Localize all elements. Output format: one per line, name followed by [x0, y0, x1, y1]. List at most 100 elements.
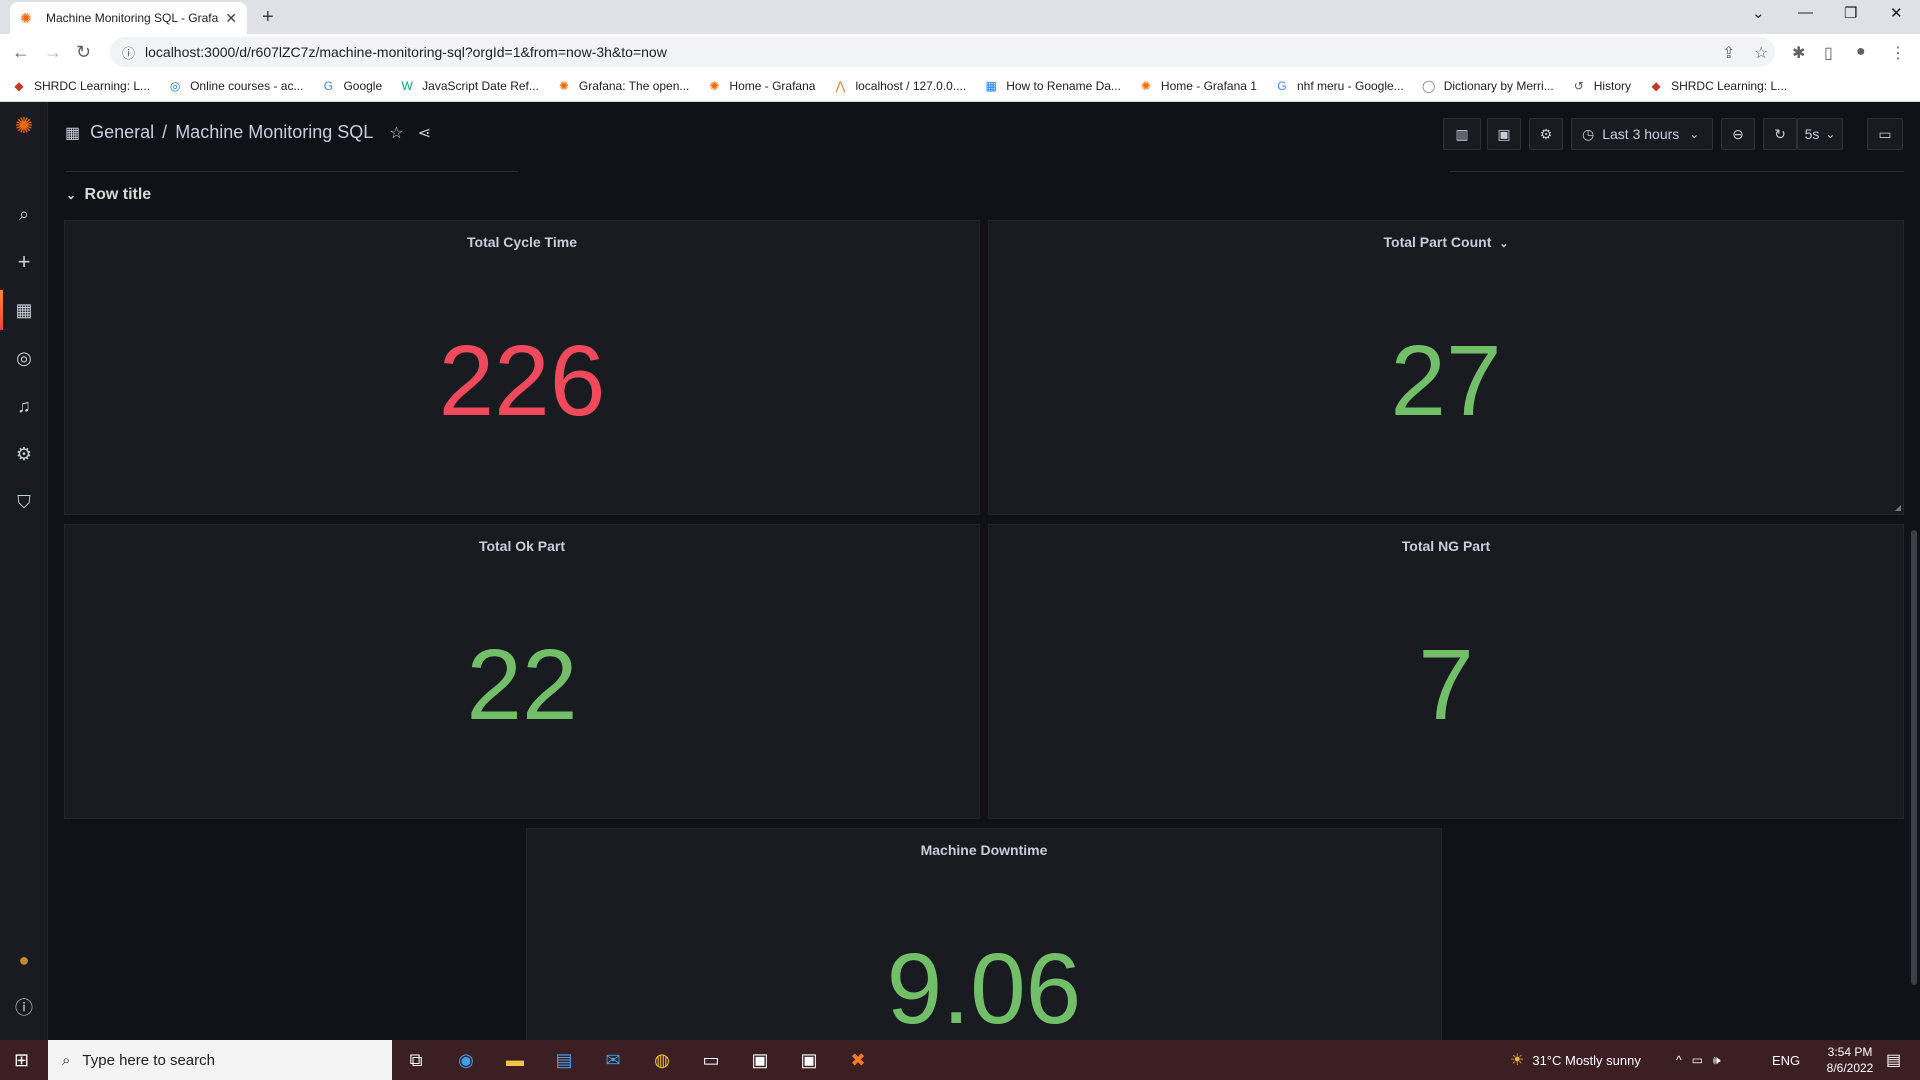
taskbar-search-box[interactable]: ⌕ Type here to search: [48, 1040, 392, 1080]
zoom-out-button[interactable]: ⊖: [1721, 118, 1755, 150]
url-text: localhost:3000/d/r607lZC7z/machine-monit…: [145, 44, 667, 60]
extensions-icon[interactable]: ✱: [1792, 43, 1805, 63]
windows-start-icon[interactable]: ⊞: [14, 1050, 29, 1071]
bookmark-star-icon[interactable]: ☆: [1754, 43, 1768, 63]
grafana-logo-icon[interactable]: ✺: [12, 114, 36, 138]
panel-total-ok-part[interactable]: Total Ok Part 22: [64, 524, 980, 819]
browser-tab[interactable]: ✺ Machine Monitoring SQL - Grafa ✕: [10, 2, 247, 34]
breadcrumb-folder[interactable]: General: [90, 122, 154, 143]
new-tab-icon[interactable]: +: [262, 6, 274, 29]
chrome-menu-icon[interactable]: ⋮: [1890, 43, 1906, 63]
panel-title[interactable]: Total NG Part: [989, 538, 1903, 554]
mail-icon[interactable]: ✉: [601, 1048, 625, 1072]
add-panel-button[interactable]: ▥: [1443, 118, 1481, 150]
reload-icon[interactable]: ↻: [76, 42, 91, 63]
close-tab-icon[interactable]: ✕: [225, 10, 237, 27]
edge-browser-icon[interactable]: ◉: [454, 1048, 478, 1072]
site-info-icon[interactable]: ⓘ: [122, 43, 135, 62]
network-icon[interactable]: ▭: [1692, 1053, 1703, 1067]
panel-title[interactable]: Total Ok Part: [65, 538, 979, 554]
language-indicator[interactable]: ENG: [1772, 1040, 1800, 1080]
task-view-icon[interactable]: ⧉: [404, 1048, 428, 1072]
back-icon[interactable]: ←: [12, 42, 30, 63]
bookmark-item[interactable]: ↺ History: [1572, 79, 1631, 93]
stat-value: 9.06: [886, 933, 1082, 1045]
refresh-interval-picker[interactable]: 5s ⌄: [1797, 118, 1843, 150]
panel-title-text: Total Part Count: [1383, 234, 1492, 250]
panel-title[interactable]: Total Part Count ⌄: [989, 234, 1903, 250]
explore-compass-icon[interactable]: ◎: [12, 346, 36, 370]
user-avatar[interactable]: ●: [12, 948, 36, 972]
resize-handle-icon[interactable]: ◢: [1895, 503, 1901, 512]
bookmark-item[interactable]: ✺ Home - Grafana: [707, 79, 815, 93]
bookmark-item[interactable]: ⋀ localhost / 127.0.0....: [833, 79, 967, 93]
save-dashboard-button[interactable]: ▣: [1487, 118, 1521, 150]
volume-icon[interactable]: 🕪: [1713, 1053, 1721, 1068]
app-window-icon[interactable]: ▣: [748, 1048, 772, 1072]
dashboard-title[interactable]: Machine Monitoring SQL: [175, 122, 373, 143]
restore-icon[interactable]: ❐: [1844, 4, 1857, 22]
create-plus-icon[interactable]: +: [12, 250, 36, 274]
bookmark-label: Grafana: The open...: [578, 78, 690, 93]
notification-center-icon[interactable]: ▤: [1886, 1040, 1901, 1080]
page-scrollbar[interactable]: [1911, 530, 1917, 985]
bookmark-label: Google: [343, 78, 383, 93]
help-icon[interactable]: ⓘ: [12, 996, 36, 1020]
side-panel-icon[interactable]: ▯: [1824, 43, 1833, 63]
star-icon[interactable]: ☆: [389, 123, 403, 143]
bookmark-label: Dictionary by Merri...: [1443, 78, 1554, 93]
bookmark-item[interactable]: ✺ Home - Grafana 1: [1139, 79, 1257, 93]
grafana-icon: ✺: [558, 78, 569, 93]
bookmark-item[interactable]: W JavaScript Date Ref...: [400, 79, 538, 93]
chrome-icon[interactable]: ◍: [650, 1048, 674, 1072]
bookmark-item[interactable]: ◆ SHRDC Learning: L...: [1649, 79, 1787, 93]
clock[interactable]: 3:54 PM 8/6/2022: [1810, 1040, 1890, 1080]
forward-icon[interactable]: →: [44, 42, 62, 63]
weather-widget[interactable]: ☀ 31°C Mostly sunny: [1510, 1040, 1641, 1080]
bookmark-item[interactable]: ◎ Online courses - ac...: [168, 79, 304, 93]
panel-title[interactable]: Machine Downtime: [527, 842, 1441, 858]
time-picker-button[interactable]: ◷ Last 3 hours ⌄: [1571, 118, 1713, 150]
bookmark-item[interactable]: Gnhf meru - Google...: [1275, 79, 1403, 93]
alerting-bell-icon[interactable]: ♫: [12, 394, 36, 418]
server-admin-shield-icon[interactable]: ⛉: [12, 490, 36, 514]
bookmark-item[interactable]: ◆ SHRDC Learning: L...: [12, 79, 150, 93]
search-icon[interactable]: ⌕: [12, 202, 36, 226]
share-icon[interactable]: ⇪: [1722, 43, 1735, 63]
xampp-icon[interactable]: ✖: [846, 1048, 870, 1072]
bookmark-item[interactable]: ◯ Dictionary by Merri...: [1422, 79, 1554, 93]
refresh-button[interactable]: ↻: [1763, 118, 1797, 150]
stat-value: 22: [466, 629, 578, 741]
close-window-icon[interactable]: ✕: [1890, 4, 1903, 22]
configuration-gear-icon[interactable]: ⚙: [12, 442, 36, 466]
dashboards-icon[interactable]: ▦: [12, 298, 36, 322]
microsoft-store-icon[interactable]: ▤: [552, 1048, 576, 1072]
minimize-icon[interactable]: —: [1798, 4, 1813, 21]
cycle-view-mode-button[interactable]: ▭: [1867, 118, 1903, 150]
file-explorer-icon[interactable]: ▬: [503, 1048, 527, 1072]
bookmark-item[interactable]: ✺ Grafana: The open...: [557, 79, 690, 93]
terminal-icon[interactable]: ▭: [699, 1048, 723, 1072]
profile-avatar[interactable]: ●: [1856, 43, 1866, 61]
bookmark-item[interactable]: G Google: [321, 79, 382, 93]
panel-total-part-count[interactable]: Total Part Count ⌄ 27 ◢: [988, 220, 1904, 515]
address-bar[interactable]: ⓘ localhost:3000/d/r607lZC7z/machine-mon…: [110, 37, 1775, 67]
panel-total-ng-part[interactable]: Total NG Part 7: [988, 524, 1904, 819]
bookmark-item[interactable]: ▦ How to Rename Da...: [984, 79, 1121, 93]
time-range-label: Last 3 hours: [1602, 126, 1680, 142]
bookmark-label: Home - Grafana: [729, 78, 816, 93]
share-icon[interactable]: ⋖: [418, 123, 431, 143]
tray-icons[interactable]: ^ ▭ 🕪: [1676, 1040, 1731, 1080]
tab-search-icon[interactable]: ⌄: [1752, 4, 1765, 22]
panel-menu-chevron-icon[interactable]: ⌄: [1499, 238, 1508, 250]
app-window-icon[interactable]: ▣: [797, 1048, 821, 1072]
dashboard-top-nav: ▦ General / Machine Monitoring SQL ☆ ⋖ ▥…: [49, 102, 1920, 166]
panel-title[interactable]: Total Cycle Time: [65, 234, 979, 250]
dashboard-settings-button[interactable]: ⚙: [1529, 118, 1563, 150]
panel-machine-downtime[interactable]: Machine Downtime 9.06: [526, 828, 1442, 1040]
row-header[interactable]: ⌄ Row title: [66, 186, 151, 204]
show-hidden-icons-chevron-icon[interactable]: ^: [1676, 1053, 1682, 1067]
panel-total-cycle-time[interactable]: Total Cycle Time 226: [64, 220, 980, 515]
clock-date: 8/6/2022: [1826, 1061, 1874, 1075]
bookmark-label: Home - Grafana 1: [1160, 78, 1257, 93]
